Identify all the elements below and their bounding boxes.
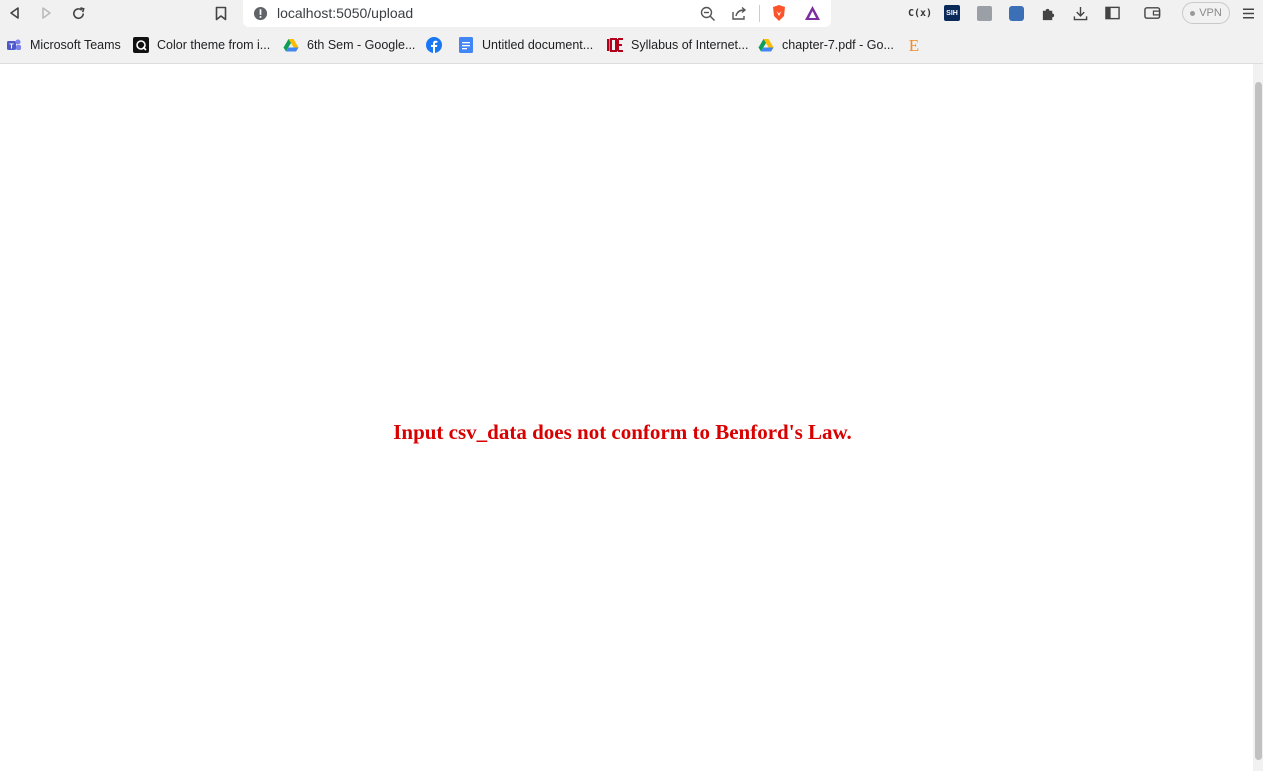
bookmark-item-e[interactable]: E — [906, 36, 930, 54]
zoom-out-icon[interactable] — [700, 6, 716, 22]
site-info-icon[interactable] — [253, 6, 268, 21]
extension-translate-button[interactable] — [1005, 2, 1027, 24]
extensions-button[interactable] — [1037, 2, 1059, 24]
bookmarks-bar: T Microsoft Teams Color theme from i... … — [0, 27, 1263, 64]
vpn-button[interactable]: VPN — [1182, 2, 1230, 24]
color-theme-icon — [133, 37, 149, 53]
svg-text:T: T — [9, 44, 14, 51]
bookmark-label: Color theme from i... — [157, 38, 271, 52]
google-docs-icon — [458, 37, 474, 53]
vertical-scrollbar[interactable] — [1253, 64, 1263, 771]
back-button[interactable] — [4, 2, 26, 24]
menu-button[interactable] — [1237, 2, 1259, 24]
bookmark-label: 6th Sem - Google... — [307, 38, 416, 52]
extension-cx-button[interactable]: C(x) — [907, 2, 933, 24]
bookmark-label: Untitled document... — [482, 38, 594, 52]
address-bar[interactable]: localhost:5050/upload — [243, 0, 831, 27]
url-text[interactable]: localhost:5050/upload — [277, 5, 413, 21]
sidebar-button[interactable] — [1101, 2, 1123, 24]
forward-button[interactable] — [35, 2, 57, 24]
sih-extension-icon: SIH — [944, 5, 960, 21]
wallet-icon — [1143, 7, 1160, 19]
google-drive-icon — [283, 37, 299, 53]
svg-text:E: E — [909, 36, 919, 54]
e-letter-icon: E — [906, 36, 922, 54]
profile-extension-icon — [976, 5, 992, 21]
url-divider — [759, 5, 760, 22]
google-drive-icon — [758, 37, 774, 53]
bookmark-label: chapter-7.pdf - Go... — [782, 38, 894, 52]
extension-profile-button[interactable] — [973, 2, 995, 24]
bookmark-item-untitled-document[interactable]: Untitled document... — [458, 36, 593, 54]
bookmark-icon — [215, 6, 227, 20]
browser-toolbar: localhost:5050/upload C(x) SIH VPN — [0, 0, 1263, 27]
downloads-button[interactable] — [1069, 2, 1091, 24]
bookmark-item-color-theme[interactable]: Color theme from i... — [133, 36, 270, 54]
back-arrow-icon — [10, 7, 19, 19]
hamburger-menu-icon — [1242, 8, 1254, 18]
bookmark-button[interactable] — [210, 2, 232, 24]
page-content: Input csv_data does not conform to Benfo… — [0, 64, 1253, 771]
download-icon — [1073, 6, 1087, 20]
brave-rewards-icon[interactable] — [804, 5, 821, 21]
vpn-status-dot-icon — [1190, 10, 1196, 16]
bookmark-item-chapter-7[interactable]: chapter-7.pdf - Go... — [758, 36, 894, 54]
extension-sih-button[interactable]: SIH — [941, 2, 963, 24]
vpn-label: VPN — [1199, 7, 1222, 19]
ioe-icon — [607, 37, 623, 53]
reload-icon — [72, 6, 85, 19]
wallet-button[interactable] — [1141, 2, 1163, 24]
brave-shields-icon[interactable] — [771, 4, 787, 22]
cx-extension-icon: C(x) — [907, 7, 933, 19]
bookmark-label: Syllabus of Internet... — [631, 38, 749, 52]
forward-arrow-icon — [42, 7, 51, 19]
scrollbar-thumb[interactable] — [1255, 82, 1262, 760]
bookmark-item-6th-sem[interactable]: 6th Sem - Google... — [283, 36, 415, 54]
bookmark-item-facebook[interactable] — [426, 36, 450, 54]
result-message: Input csv_data does not conform to Benfo… — [393, 420, 852, 444]
teams-icon: T — [6, 37, 22, 53]
puzzle-icon — [1042, 8, 1054, 20]
bookmark-label: Microsoft Teams — [30, 38, 121, 52]
reload-button[interactable] — [67, 2, 89, 24]
bookmark-item-syllabus[interactable]: Syllabus of Internet... — [607, 36, 748, 54]
facebook-icon — [426, 37, 442, 53]
translate-extension-icon — [1008, 5, 1024, 21]
sidebar-icon — [1104, 6, 1120, 20]
share-icon[interactable] — [731, 6, 748, 21]
bookmark-item-microsoft-teams[interactable]: T Microsoft Teams — [6, 36, 121, 54]
